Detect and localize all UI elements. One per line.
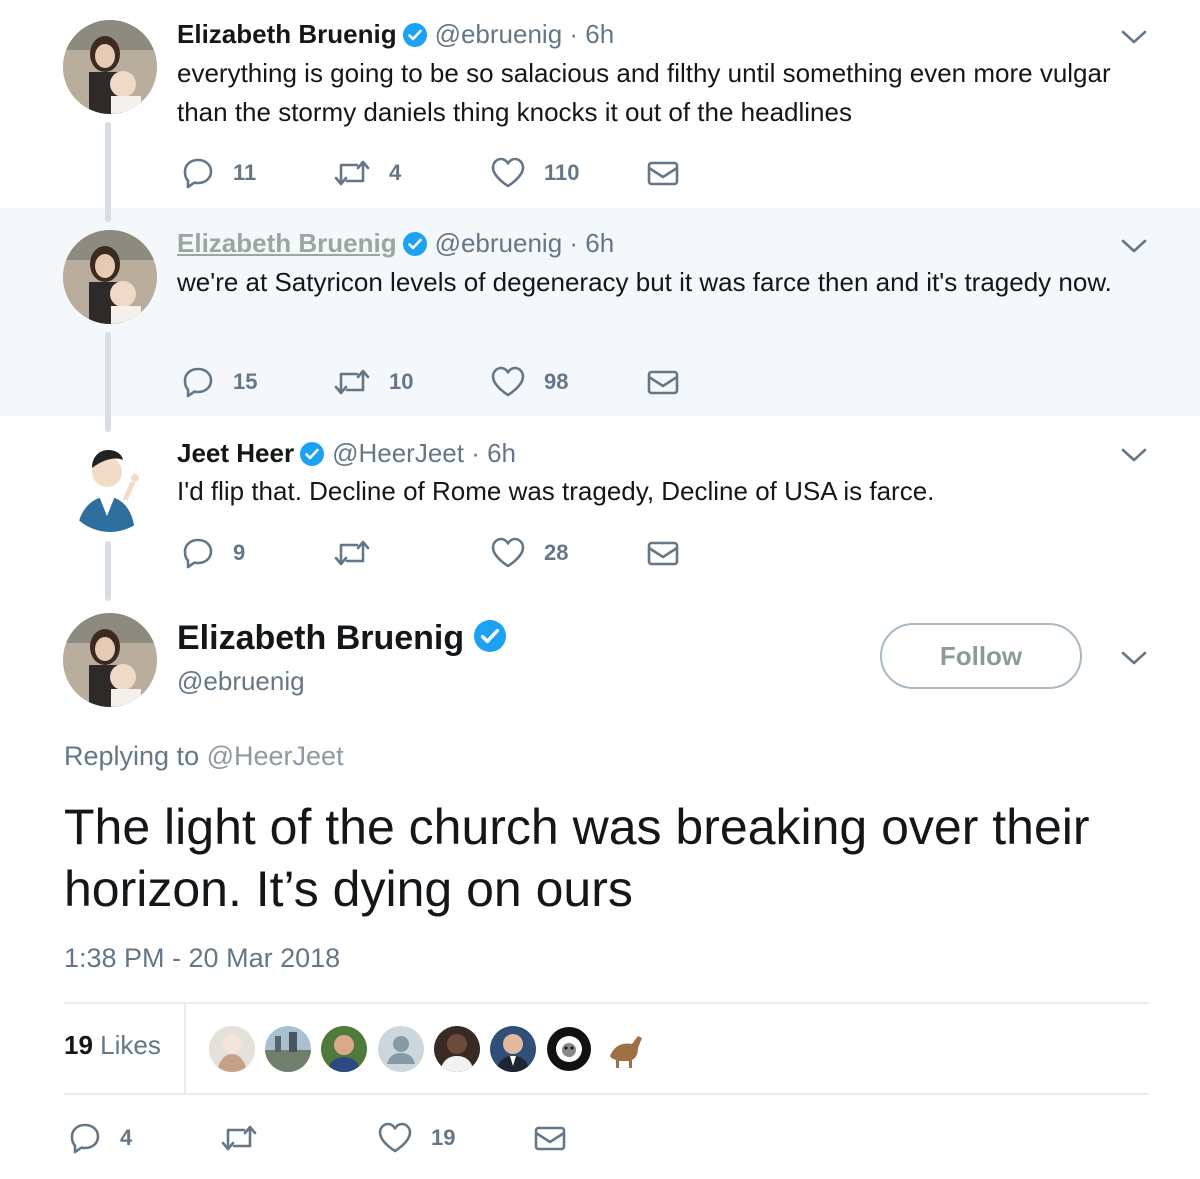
tweet-time[interactable]: · 6h [569,19,614,49]
liker-avatar[interactable] [378,1026,424,1072]
likes-label: Likes [100,1030,161,1060]
like-count: 28 [544,540,569,565]
avatar[interactable] [63,230,157,324]
tweet-text: The light of the church was breaking ove… [64,799,1090,917]
avatar[interactable] [63,438,157,532]
avatar[interactable] [63,20,157,114]
reply-icon [70,1123,100,1154]
retweet-button[interactable]: 10 [333,362,413,402]
avatar[interactable] [63,613,157,707]
tweet-timestamp[interactable]: 1:38 PM - 20 Mar 2018 [64,943,340,974]
direct-message-icon [647,541,679,566]
reply-icon [183,367,213,398]
reply-button[interactable]: 11 [181,153,256,193]
retweet-count: 10 [389,369,414,394]
author-name-header[interactable]: Elizabeth Bruenig [177,616,514,660]
retweet-icon [334,540,370,566]
follow-button[interactable]: Follow [880,623,1082,689]
thread-line [105,332,111,432]
tweet-text: everything is going to be so salacious a… [177,58,1111,127]
divider [64,1002,1149,1004]
tweet-text: we're at Satyricon levels of degeneracy … [177,267,1112,297]
replying-to-link[interactable]: @HeerJeet [207,741,344,771]
tweet-header: Elizabeth Bruenig @ebruenig · 6h [177,226,614,260]
like-icon [491,366,525,397]
liker-avatar[interactable] [602,1026,648,1072]
direct-message-button[interactable] [647,533,679,573]
like-button[interactable]: 28 [490,533,568,573]
reply-count: 15 [233,369,258,394]
like-button[interactable]: 110 [490,153,580,193]
divider [184,1003,186,1093]
replying-to-label: Replying to [64,741,200,771]
reply-count: 4 [120,1125,133,1150]
reply-count: 9 [233,540,246,565]
liker-avatar[interactable] [546,1026,592,1072]
like-count: 98 [544,369,569,394]
like-count: 19 [431,1125,456,1150]
tweet-time[interactable]: · 6h [471,438,516,468]
likes-stat[interactable]: 19 Likes [64,1030,161,1061]
retweet-icon [334,369,370,395]
like-button[interactable]: 98 [490,362,568,402]
reply-button[interactable]: 15 [181,362,257,402]
direct-message-button[interactable] [534,1118,566,1158]
thread-line [105,541,111,601]
liker-avatar[interactable] [321,1026,367,1072]
author-handle[interactable]: @ebruenig [435,228,563,258]
verified-badge-icon [474,620,507,652]
verified-badge-icon [402,232,427,256]
tweet-header: Elizabeth Bruenig @ebruenig · 6h [177,17,614,51]
liker-avatar[interactable] [265,1026,311,1072]
author-handle[interactable]: @ebruenig [177,664,305,698]
author-name[interactable]: Elizabeth Bruenig [177,228,397,258]
retweet-icon [221,1125,257,1151]
author-name[interactable]: Elizabeth Bruenig [177,619,464,657]
retweet-count: 4 [389,160,402,185]
like-count: 110 [544,160,580,185]
retweet-button[interactable] [220,1118,276,1158]
liker-avatar[interactable] [490,1026,536,1072]
tweet-header: Jeet Heer @HeerJeet · 6h [177,436,516,470]
liker-avatar[interactable] [434,1026,480,1072]
replying-to: Replying to @HeerJeet [64,741,344,772]
direct-message-button[interactable] [647,153,679,193]
retweet-button[interactable]: 4 [333,153,401,193]
reply-count: 11 [233,160,257,185]
verified-badge-icon [300,442,325,466]
chevron-down-icon[interactable] [1120,445,1148,465]
thread-line [105,122,111,222]
chevron-down-icon[interactable] [1120,236,1148,256]
retweet-button[interactable] [333,533,389,573]
reply-icon [183,538,213,569]
author-handle[interactable]: @ebruenig [435,19,563,49]
chevron-down-icon[interactable] [1120,648,1148,668]
verified-badge-icon [402,23,427,47]
tweet-text: I'd flip that. Decline of Rome was trage… [177,476,935,506]
reply-icon [183,158,213,189]
like-button[interactable]: 19 [377,1118,455,1158]
direct-message-button[interactable] [647,362,679,402]
chevron-down-icon[interactable] [1120,27,1148,47]
author-name[interactable]: Jeet Heer [177,438,294,468]
direct-message-icon [647,370,679,395]
likes-number: 19 [64,1030,93,1060]
reply-button[interactable]: 4 [68,1118,132,1158]
direct-message-icon [647,161,679,186]
author-handle[interactable]: @HeerJeet [332,438,464,468]
retweet-icon [334,160,370,186]
like-icon [491,537,525,568]
author-name[interactable]: Elizabeth Bruenig [177,19,397,49]
tweet-time[interactable]: · 6h [569,228,614,258]
direct-message-icon [534,1126,566,1151]
divider [64,1093,1149,1095]
reply-button[interactable]: 9 [181,533,245,573]
like-icon [378,1122,412,1153]
liker-avatar[interactable] [209,1026,255,1072]
like-icon [491,157,525,188]
